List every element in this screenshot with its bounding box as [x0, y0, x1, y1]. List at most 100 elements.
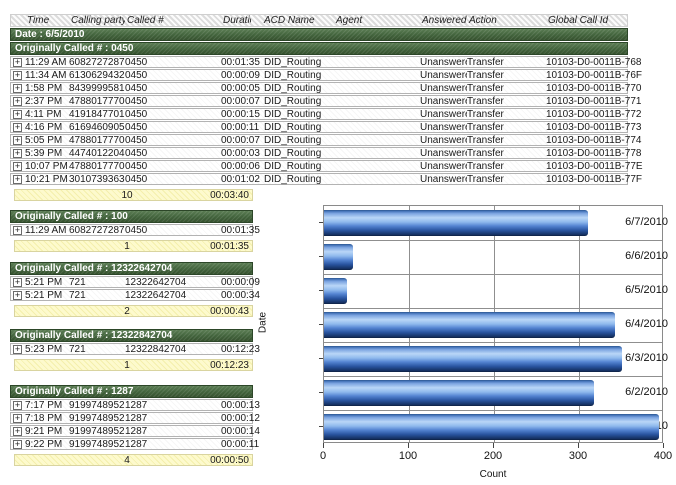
expand-row-icon[interactable]: + [13, 440, 22, 449]
expand-row-icon[interactable]: + [13, 71, 22, 80]
cell-calling-party: 721 [69, 290, 125, 301]
expand-row-icon[interactable]: + [13, 123, 22, 132]
table-row: +5:05 PM4788017770045000:00:07DID_Routin… [10, 134, 628, 146]
expand-cell: + [11, 83, 25, 94]
bar-6-2-2010 [324, 380, 594, 406]
cell-duration: 00:00:14 [221, 426, 254, 437]
expand-row-icon[interactable]: + [13, 291, 22, 300]
expand-row-icon[interactable]: + [13, 162, 22, 171]
summary-call-count: 10 [103, 190, 151, 201]
cell-global-call-id: 10103-D0-0011B-77F [546, 174, 619, 185]
cell-duration: 00:00:05 [221, 83, 251, 94]
expand-row-icon[interactable]: + [13, 84, 22, 93]
expand-row-icon[interactable]: + [13, 149, 22, 158]
cell-time: 7:18 PM [25, 413, 69, 424]
header-cell-agent: Agent [334, 15, 420, 26]
x-axis-title: Count [323, 469, 663, 480]
expand-cell: + [11, 413, 25, 424]
x-tick-mark [408, 443, 409, 448]
cell-action: Transfer [467, 135, 546, 146]
cell-duration: 00:00:07 [221, 135, 251, 146]
cell-action: Transfer [467, 96, 546, 107]
summary-total-duration: 00:00:43 [210, 306, 249, 317]
expand-row-icon[interactable]: + [13, 58, 22, 67]
cell-called: 12322642704 [125, 277, 221, 288]
expand-row-icon[interactable]: + [13, 401, 22, 410]
y-tick-label: 6/2/2010 [612, 386, 668, 399]
cell-duration: 00:01:35 [221, 57, 251, 68]
expand-cell: + [11, 174, 25, 185]
calls-by-date-chart: 6/7/20106/6/20106/5/20106/4/20106/3/2010… [258, 198, 676, 485]
cell-calling-party: 9199748952 [69, 426, 125, 437]
cell-called: 0450 [125, 148, 221, 159]
expand-cell: + [11, 344, 25, 355]
cell-answered: Unanswered [420, 109, 467, 120]
cell-calling-party: 4474012204 [69, 148, 125, 159]
cell-action: Transfer [467, 109, 546, 120]
expand-row-icon[interactable]: + [13, 278, 22, 287]
cell-called: 0450 [125, 174, 221, 185]
cell-action: Transfer [467, 174, 546, 185]
expand-row-icon[interactable]: + [13, 427, 22, 436]
expand-cell: + [11, 135, 25, 146]
cell-acd-name: DID_Routing [251, 57, 334, 68]
y-tick-mark [319, 290, 323, 291]
cell-acd-name: DID_Routing [251, 96, 334, 107]
cell-action: Transfer [467, 57, 546, 68]
cell-time: 9:22 PM [25, 439, 69, 450]
cell-time: 11:29 AM [25, 57, 69, 68]
x-tick-mark [323, 443, 324, 448]
x-tick-label: 400 [654, 450, 672, 462]
grid-line-horizontal [324, 308, 662, 309]
cell-time: 5:23 PM [25, 344, 69, 355]
cell-acd-name: DID_Routing [251, 70, 334, 81]
chart-plot-area [323, 205, 663, 443]
expand-row-icon[interactable]: + [13, 414, 22, 423]
cell-answered: Unanswered [420, 57, 467, 68]
cell-calling-party: 4788017770 [69, 135, 125, 146]
cell-time: 7:17 PM [25, 400, 69, 411]
table-row: +5:23 PM7211232284270400:12:23 [10, 343, 253, 355]
expand-row-icon[interactable]: + [13, 97, 22, 106]
expand-row-icon[interactable]: + [13, 175, 22, 184]
expand-row-icon[interactable]: + [13, 226, 22, 235]
y-tick-mark [319, 392, 323, 393]
x-tick-mark [578, 443, 579, 448]
table-header-row: TimeCalling party #Called #DurationACD N… [10, 14, 628, 27]
cell-acd-name: DID_Routing [251, 174, 334, 185]
group-label: Originally Called # : 12322642704 [15, 263, 172, 274]
expand-row-icon[interactable]: + [13, 345, 22, 354]
expand-row-icon[interactable]: + [13, 110, 22, 119]
summary-total-duration: 00:12:23 [210, 360, 249, 371]
group-summary-row: 10 00:03:40 [14, 189, 253, 201]
summary-total-duration: 00:00:50 [210, 455, 249, 466]
cell-time: 1:58 PM [25, 83, 69, 94]
table-row: +4:11 PM4191847701045000:00:15DID_Routin… [10, 108, 628, 120]
cell-duration: 00:00:03 [221, 148, 251, 159]
summary-total-duration: 00:01:35 [210, 241, 249, 252]
expand-row-icon[interactable]: + [13, 136, 22, 145]
cell-agent [334, 96, 420, 107]
cell-acd-name: DID_Routing [251, 161, 334, 172]
cell-calling-party: 6169460905 [69, 122, 125, 133]
cell-calling-party: 6130629432 [69, 70, 125, 81]
cell-time: 5:39 PM [25, 148, 69, 159]
expand-cell: + [11, 96, 25, 107]
summary-call-count: 4 [103, 455, 151, 466]
table-row: +5:39 PM4474012204045000:00:03DID_Routin… [10, 147, 628, 159]
summary-total-duration: 00:03:40 [210, 190, 249, 201]
cell-answered: Unanswered [420, 70, 467, 81]
x-tick-label: 300 [569, 450, 587, 462]
group-rows-0450: +11:29 AM6082727287045000:01:35DID_Routi… [10, 56, 628, 185]
cell-action: Transfer [467, 161, 546, 172]
cell-answered: Unanswered [420, 96, 467, 107]
cell-global-call-id: 10103-D0-0011B-768 [546, 57, 619, 68]
date-group-header: Date : 6/5/2010 [10, 28, 628, 41]
cell-called: 0450 [125, 57, 221, 68]
cell-action: Transfer [467, 70, 546, 81]
cell-called: 0450 [125, 122, 221, 133]
cell-agent [334, 161, 420, 172]
cell-time: 2:37 PM [25, 96, 69, 107]
cell-answered: Unanswered [420, 83, 467, 94]
cell-calling-party: 9199748952 [69, 413, 125, 424]
